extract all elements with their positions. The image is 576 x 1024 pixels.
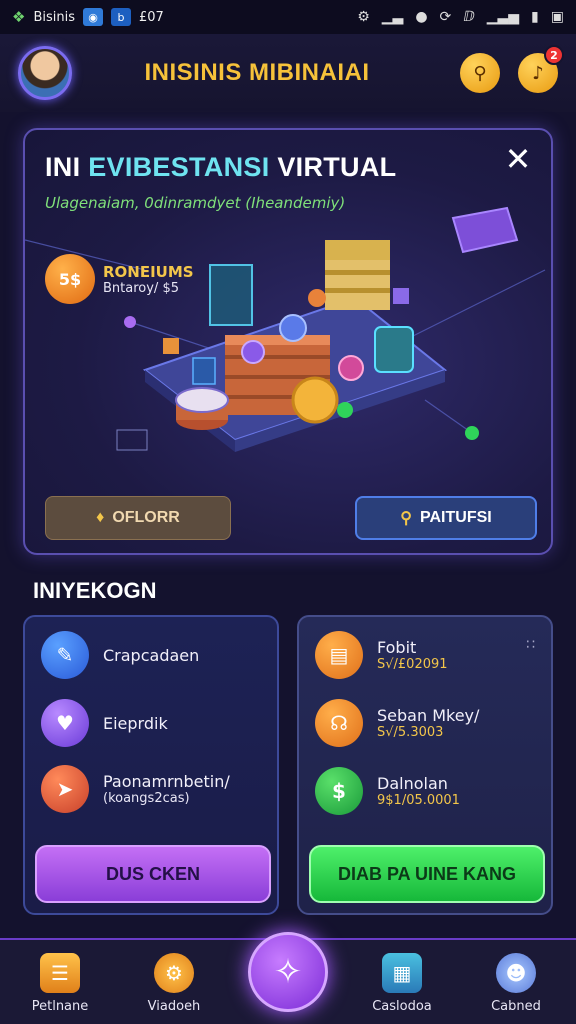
- more-options-icon[interactable]: ∷: [526, 637, 535, 653]
- search-icon: ⚲: [473, 62, 487, 84]
- orders-button-label: OFLORR: [112, 509, 180, 526]
- list-item-label: Paonamrnbetin/: [103, 772, 230, 791]
- notification-app-icon: ◉: [83, 8, 103, 26]
- list-item-label: Seban Mkey/: [377, 706, 480, 725]
- orders-button[interactable]: ♦ OFLORR: [45, 496, 231, 540]
- page-title: INISINIS MIBINAIAI: [144, 59, 370, 86]
- money-icon: $: [315, 767, 363, 815]
- discover-button[interactable]: DUS CKEN: [35, 845, 271, 903]
- gear-icon: ⚙: [154, 953, 194, 993]
- close-button[interactable]: ✕: [503, 143, 533, 175]
- promo-subtitle: Bntaroy/ $5: [103, 280, 179, 296]
- list-item-value: S√/£02091: [377, 657, 448, 672]
- battery-icon: ▮: [531, 9, 539, 25]
- rocket-icon: ➤: [41, 765, 89, 813]
- center-action-button[interactable]: ✧: [248, 932, 328, 1012]
- avatar[interactable]: [18, 46, 72, 100]
- nav-item-calendar[interactable]: ▦ Caslodoa: [356, 953, 448, 1014]
- list-item-label: Fobit: [377, 638, 417, 657]
- vibrate-icon: ⅅ: [463, 9, 475, 25]
- search-button[interactable]: ⚲: [460, 53, 500, 93]
- logo-icon: ✧: [273, 952, 303, 992]
- stats-card: ∷ ▤ Fobit S√/£02091 ☊ Seban Mkey/ S√/5.3…: [297, 615, 553, 915]
- sim-icon: ⚙: [357, 9, 370, 25]
- partner-button-label: PAITUFSI: [420, 509, 492, 526]
- list-item[interactable]: ♥ Eieprdik: [41, 699, 168, 747]
- status-bar: ❖ Bisinis ◉ b £07 ⚙ ▁▃ ● ⟳ ⅅ ▁▃▅ ▮ ▣: [0, 0, 576, 34]
- nav-label: Viadoeh: [147, 999, 201, 1014]
- hero-title-highlight: EVIBESTANSI: [88, 152, 270, 182]
- heart-card-icon: ♥: [41, 699, 89, 747]
- list-item[interactable]: ☊ Seban Mkey/ S√/5.3003: [315, 699, 479, 747]
- close-icon: ✕: [504, 140, 532, 178]
- promo-title: RONEIUMS: [103, 262, 194, 281]
- hero-banner[interactable]: INI EVIBESTANSI VIRTUAL Ulagenaiam, 0din…: [23, 128, 553, 555]
- wifi-icon: ▁▃▅: [486, 9, 520, 25]
- nav-label: Caslodoa: [372, 999, 432, 1014]
- list-item[interactable]: ▤ Fobit S√/£02091: [315, 631, 448, 679]
- app-logo-icon: ❖: [12, 8, 26, 26]
- hero-title-part: INI: [45, 152, 89, 182]
- layers-icon: ☰: [40, 953, 80, 993]
- promo-card[interactable]: 5$ RONEIUMS Bntaroy/ $5: [45, 254, 194, 304]
- nav-item-home[interactable]: ☰ Petlnane: [14, 953, 106, 1014]
- list-item[interactable]: $ Dalnolan 9$1/05.0001: [315, 767, 460, 815]
- list-item-label: Dalnolan: [377, 774, 448, 793]
- sync-icon: ⟳: [439, 9, 452, 25]
- partner-button[interactable]: ⚲ PAITUFSI: [355, 496, 537, 540]
- list-item-sub: (koangs2cas): [103, 791, 190, 806]
- search-icon: ⚲: [400, 510, 412, 527]
- list-item-value: 9$1/05.0001: [377, 793, 460, 808]
- hero-title: INI EVIBESTANSI VIRTUAL: [45, 152, 396, 183]
- status-app-name: Bisinis: [33, 9, 75, 25]
- list-item-label: Crapcadaen: [103, 645, 200, 665]
- list-item-value: S√/5.3003: [377, 725, 444, 740]
- headset-icon: ☊: [315, 699, 363, 747]
- calendar-icon: ▦: [382, 953, 422, 993]
- user-icon: ☻: [496, 953, 536, 993]
- top-bar: INISINIS MIBINAIAI ⚲ ♪ 2: [0, 34, 576, 112]
- signal-icon: ▁▃: [381, 9, 404, 25]
- nav-item-profile[interactable]: ☻ Cabned: [470, 953, 562, 1014]
- section-title: INIYEKOGN: [33, 578, 157, 603]
- notifications-button[interactable]: ♪ 2: [518, 45, 564, 93]
- list-item[interactable]: ✎ Crapcadaen: [41, 631, 199, 679]
- nav-label: Cabned: [491, 999, 541, 1014]
- list-item-label: Eieprdik: [103, 713, 168, 733]
- features-card: ✎ Crapcadaen ♥ Eieprdik ➤ Paonamrnbetin/…: [23, 615, 279, 915]
- daily-button[interactable]: DIAB PA UINE KANG: [309, 845, 545, 903]
- status-time: £07: [139, 9, 164, 25]
- list-item[interactable]: ➤ Paonamrnbetin/ (koangs2cas): [41, 765, 230, 813]
- pencil-icon: ✎: [41, 631, 89, 679]
- hero-title-part: VIRTUAL: [269, 152, 397, 182]
- nav-item-rewards[interactable]: ⚙ Viadoeh: [128, 953, 220, 1014]
- notification-badge: 2: [544, 45, 564, 65]
- screen-cast-icon: ▣: [550, 9, 564, 25]
- promo-coin-icon: 5$: [45, 254, 95, 304]
- notification-app-icon: b: [111, 8, 131, 26]
- hero-subtitle: Ulagenaiam, 0dinramdyet (Iheandemiy): [45, 194, 346, 212]
- gift-icon: ♦: [96, 509, 105, 526]
- book-icon: ▤: [315, 631, 363, 679]
- bell-icon: ♪: [532, 62, 544, 84]
- nav-label: Petlnane: [31, 999, 89, 1014]
- record-icon: ●: [415, 9, 428, 25]
